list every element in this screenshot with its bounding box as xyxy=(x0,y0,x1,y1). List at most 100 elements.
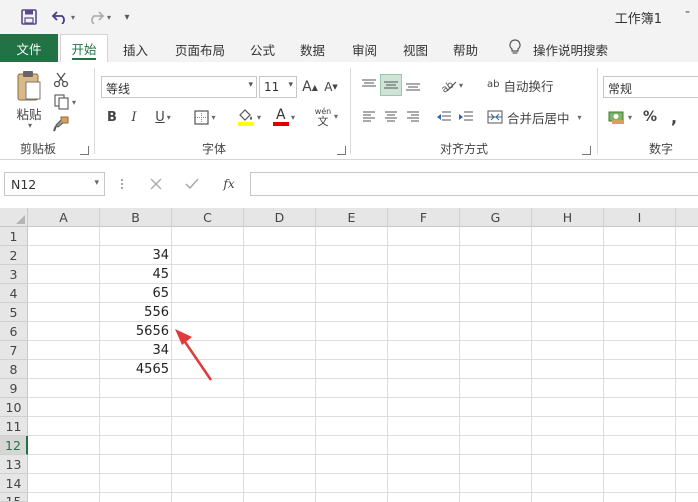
accounting-format-button[interactable]: ▾ xyxy=(604,106,636,128)
paste-dropdown-icon[interactable]: ▾ xyxy=(28,121,32,130)
alignment-launcher-icon[interactable] xyxy=(582,146,591,155)
borders-button[interactable]: ▾ xyxy=(188,106,222,128)
column-header-g[interactable]: G xyxy=(460,208,532,227)
font-name-value: 等线 xyxy=(106,82,131,96)
enter-check-icon[interactable] xyxy=(182,174,202,194)
column-header-e[interactable]: E xyxy=(316,208,388,227)
comma-style-button[interactable]: , xyxy=(664,106,684,128)
font-size-select[interactable]: 11 ▾ xyxy=(259,76,297,98)
column-header-b[interactable]: B xyxy=(100,208,172,227)
row-header-15[interactable]: 15 xyxy=(0,493,28,502)
insert-function-button[interactable]: fx xyxy=(218,174,240,194)
row-header-12[interactable]: 12 xyxy=(0,436,28,455)
select-all-button[interactable] xyxy=(0,208,28,227)
row-header-10[interactable]: 10 xyxy=(0,398,28,417)
font-name-select[interactable]: 等线 ▾ xyxy=(101,76,257,98)
chevron-down-icon[interactable]: ▾ xyxy=(94,178,99,188)
name-box[interactable]: N12 ▾ xyxy=(4,172,105,196)
gridline xyxy=(459,227,460,502)
underline-icon: U xyxy=(155,109,165,125)
column-header-d[interactable]: D xyxy=(244,208,316,227)
tab-formulas[interactable]: 公式 xyxy=(250,40,275,59)
save-icon[interactable] xyxy=(20,8,38,26)
wrap-text-button[interactable]: ab 自动换行 xyxy=(487,74,567,96)
gridline xyxy=(28,397,698,398)
redo-icon[interactable]: ▾ xyxy=(84,8,114,26)
tab-insert[interactable]: 插入 xyxy=(123,40,148,59)
decrease-indent-icon[interactable] xyxy=(433,106,455,128)
column-header-h[interactable]: H xyxy=(532,208,604,227)
align-top-icon[interactable] xyxy=(358,74,380,96)
align-bottom-icon[interactable] xyxy=(402,74,424,96)
merge-center-button[interactable]: 合并后居中 ▾ xyxy=(487,106,583,128)
row-header-7[interactable]: 7 xyxy=(0,341,28,360)
increase-font-size-button[interactable]: A ▲ xyxy=(301,76,319,98)
row-header-8[interactable]: 8 xyxy=(0,360,28,379)
undo-icon[interactable]: ▾ xyxy=(48,8,78,26)
underline-button[interactable]: U ▾ xyxy=(147,106,179,128)
title-bar: ▾ ▾ ▾ 工作簿1 - xyxy=(0,0,698,34)
tab-page-layout[interactable]: 页面布局 xyxy=(175,40,225,59)
column-header-partial[interactable] xyxy=(676,208,698,227)
percent-style-button[interactable]: % xyxy=(640,106,660,128)
tab-file[interactable]: 文件 xyxy=(0,34,58,62)
row-header-11[interactable]: 11 xyxy=(0,417,28,436)
cell-b8[interactable]: 4565 xyxy=(100,360,172,379)
align-right-icon[interactable] xyxy=(402,106,424,128)
cell-b4[interactable]: 65 xyxy=(100,284,172,303)
formula-input[interactable] xyxy=(250,172,698,196)
tab-help[interactable]: 帮助 xyxy=(453,40,478,59)
minimize-button[interactable]: - xyxy=(685,4,690,20)
cell-b6[interactable]: 5656 xyxy=(100,322,172,341)
cell-b2[interactable]: 34 xyxy=(100,246,172,265)
row-header-14[interactable]: 14 xyxy=(0,474,28,493)
row-header-2[interactable]: 2 xyxy=(0,246,28,265)
align-middle-icon[interactable] xyxy=(380,74,402,96)
row-header-9[interactable]: 9 xyxy=(0,379,28,398)
orientation-button[interactable]: ab ▾ xyxy=(433,74,469,96)
increase-font-icon: A xyxy=(302,79,312,95)
chevron-down-icon[interactable]: ▾ xyxy=(334,112,338,121)
decrease-font-size-button[interactable]: A ▼ xyxy=(322,76,340,98)
column-header-f[interactable]: F xyxy=(388,208,460,227)
gridline xyxy=(531,227,532,502)
column-header-i[interactable]: I xyxy=(604,208,676,227)
gridline xyxy=(243,227,244,502)
cell-b3[interactable]: 45 xyxy=(100,265,172,284)
increase-indent-icon[interactable] xyxy=(455,106,477,128)
tab-view[interactable]: 视图 xyxy=(403,40,428,59)
align-left-icon[interactable] xyxy=(358,106,380,128)
number-group-label: 数字 xyxy=(649,142,674,156)
column-header-a[interactable]: A xyxy=(28,208,100,227)
paste-button[interactable]: 粘贴 ▾ xyxy=(10,70,48,130)
row-header-5[interactable]: 5 xyxy=(0,303,28,322)
copy-icon[interactable]: ▾ xyxy=(50,92,80,112)
format-painter-icon[interactable] xyxy=(50,114,72,134)
align-center-icon[interactable] xyxy=(380,106,402,128)
italic-button[interactable]: I xyxy=(125,106,143,128)
clipboard-launcher-icon[interactable] xyxy=(80,146,89,155)
cell-b7[interactable]: 34 xyxy=(100,341,172,360)
row-header-4[interactable]: 4 xyxy=(0,284,28,303)
tell-me-search[interactable]: 操作说明搜索 xyxy=(533,40,608,59)
font-color-button[interactable]: A ▾ xyxy=(267,104,301,130)
cell-b5[interactable]: 556 xyxy=(100,303,172,322)
column-header-c[interactable]: C xyxy=(172,208,244,227)
customize-qat-icon[interactable]: ▾ xyxy=(120,8,134,26)
number-format-select[interactable]: 常规 xyxy=(603,76,698,98)
tab-data[interactable]: 数据 xyxy=(300,40,325,59)
tab-review[interactable]: 审阅 xyxy=(352,40,377,59)
name-box-value: N12 xyxy=(11,177,37,192)
bold-button[interactable]: B xyxy=(103,106,121,128)
row-header-6[interactable]: 6 xyxy=(0,322,28,341)
cancel-icon[interactable] xyxy=(146,174,166,194)
row-header-1[interactable]: 1 xyxy=(0,227,28,246)
formula-bar: N12 ▾ fx xyxy=(0,160,698,208)
fill-color-button[interactable]: ▾ xyxy=(232,104,266,130)
formula-bar-resize-handle[interactable] xyxy=(120,176,124,192)
cut-icon[interactable] xyxy=(50,70,72,90)
worksheet-grid[interactable]: A B C D E F G H I 1 2 3 4 5 6 7 8 9 10 1… xyxy=(0,208,698,502)
row-header-3[interactable]: 3 xyxy=(0,265,28,284)
row-header-13[interactable]: 13 xyxy=(0,455,28,474)
font-launcher-icon[interactable] xyxy=(337,146,346,155)
